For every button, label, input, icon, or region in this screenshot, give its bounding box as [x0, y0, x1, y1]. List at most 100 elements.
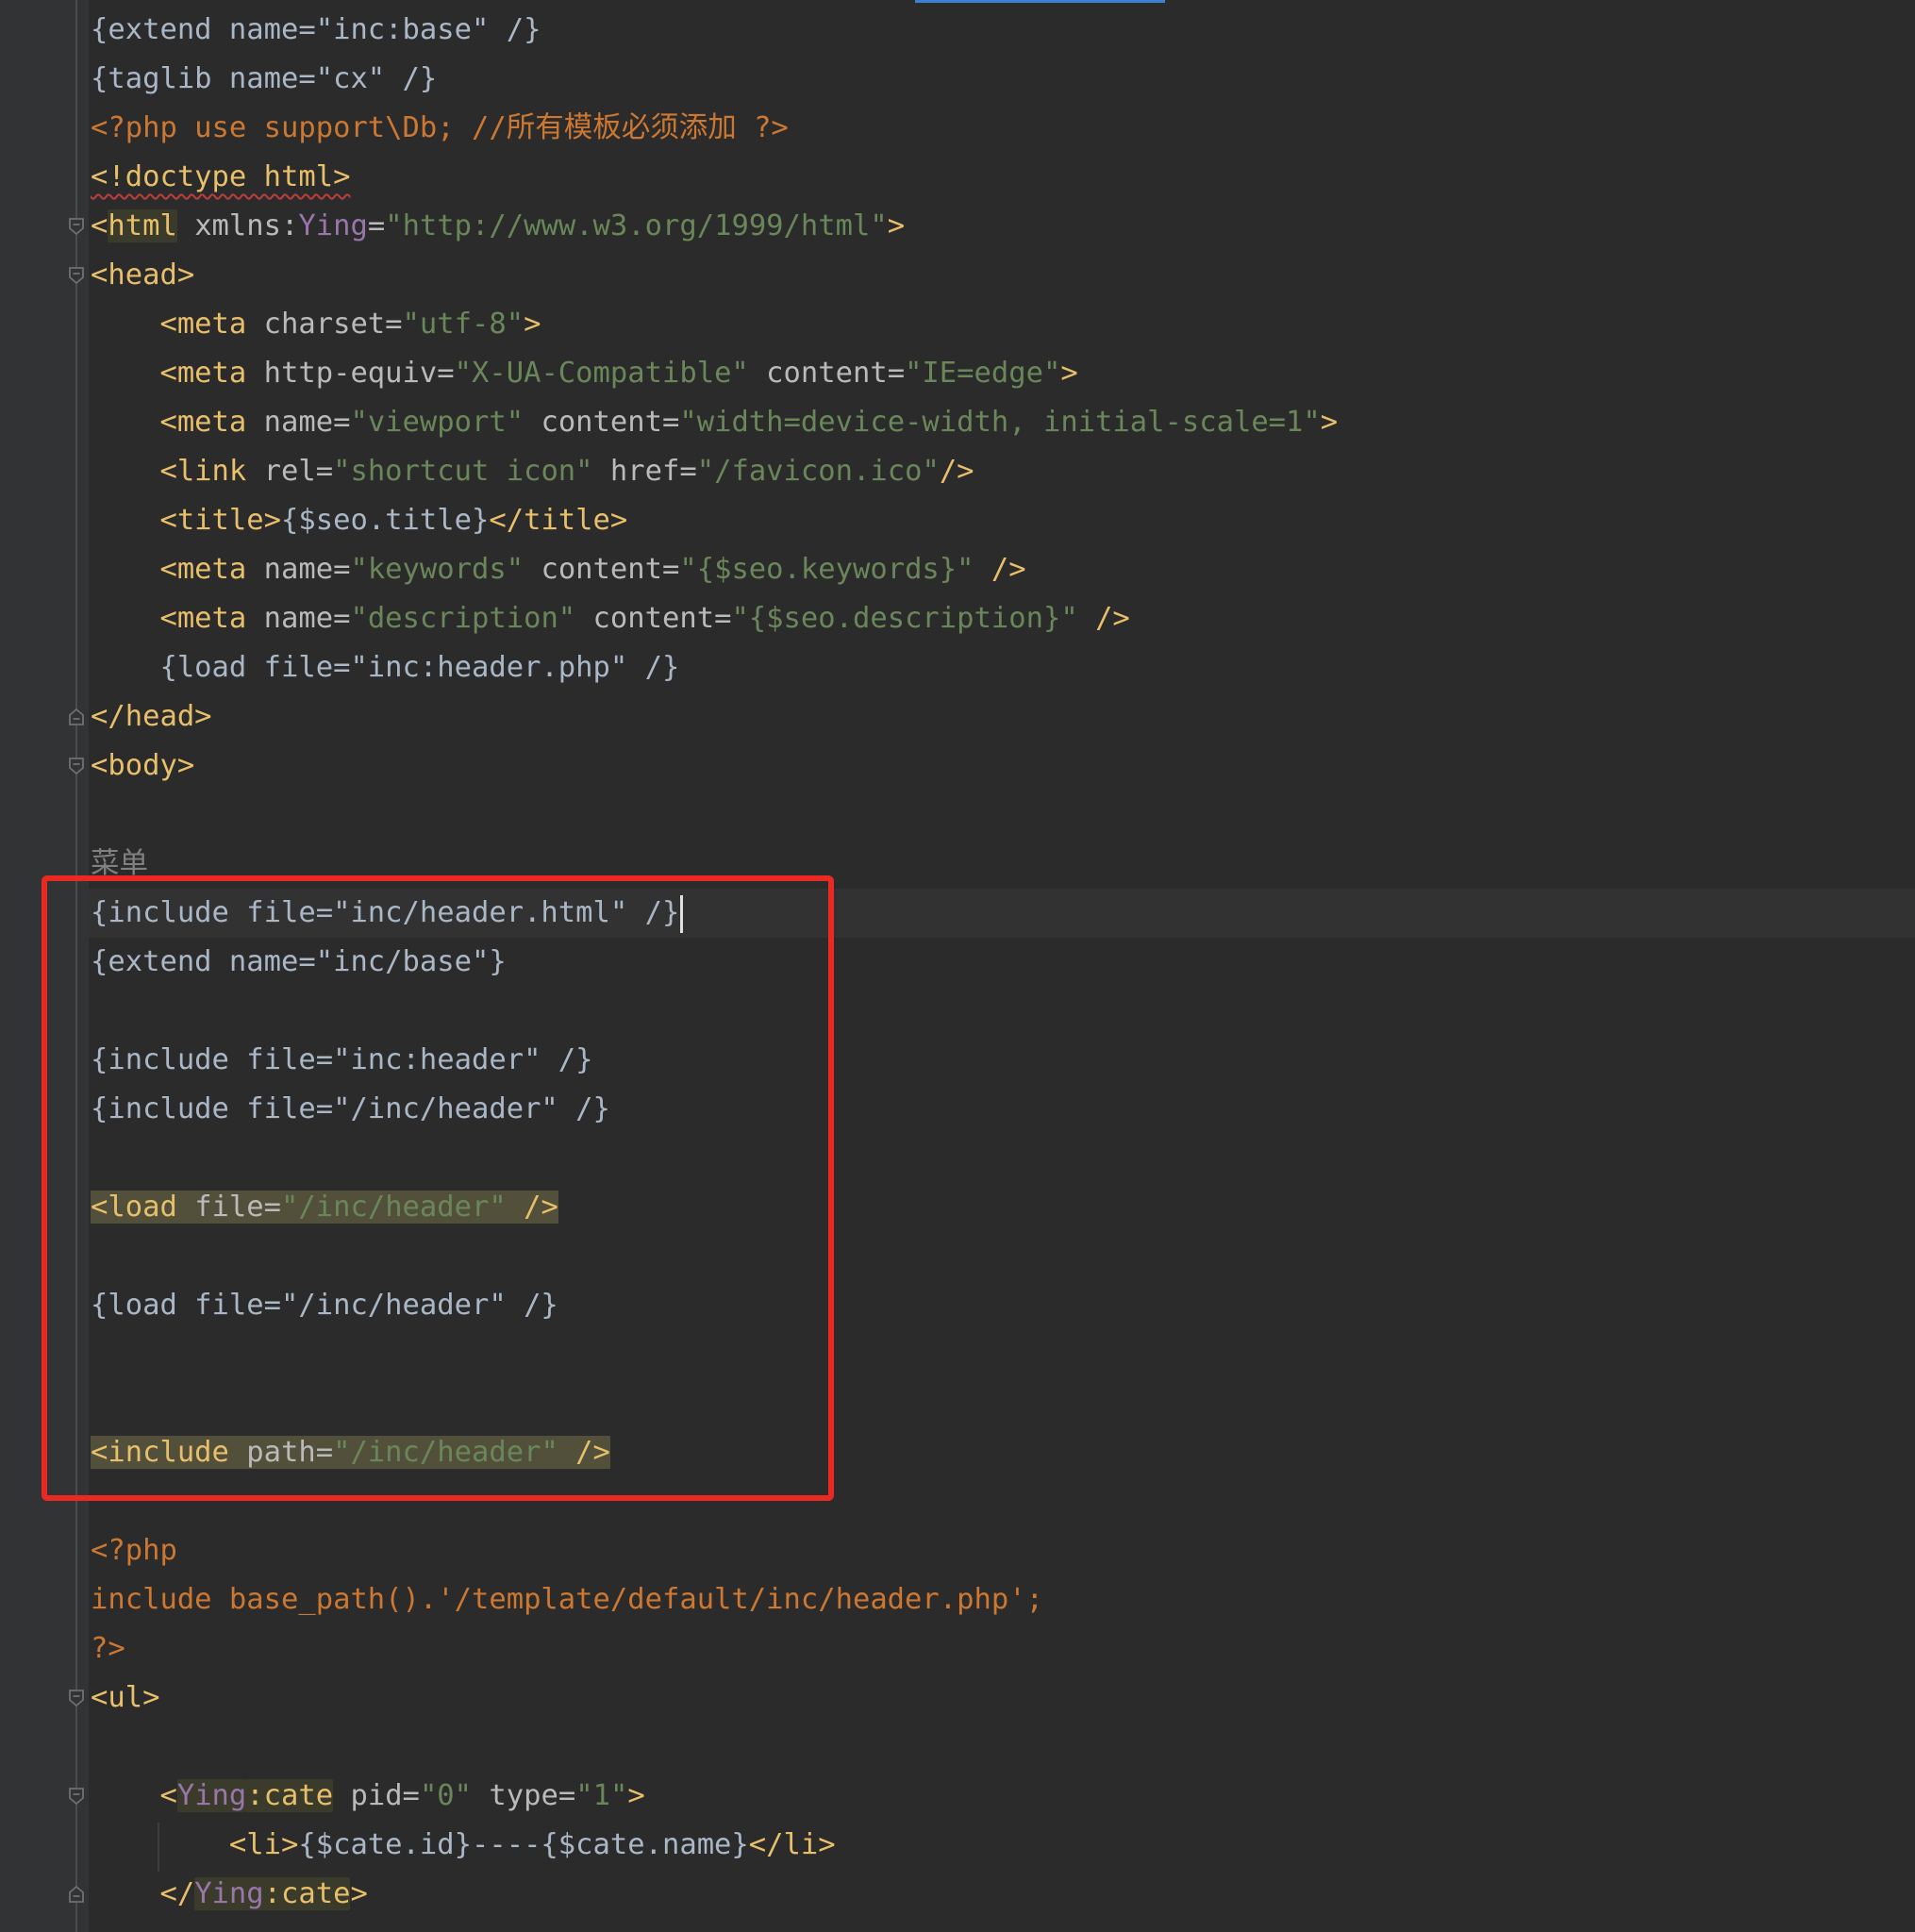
- code-token: "{$seo.keywords}": [679, 553, 974, 586]
- code-token: rel=: [246, 455, 334, 488]
- code-token: >: [627, 1779, 645, 1812]
- code-line[interactable]: <link rel="shortcut icon" href="/favicon…: [91, 447, 974, 496]
- code-line[interactable]: <title>{$seo.title}</title>: [91, 496, 627, 545]
- code-token: "0": [419, 1779, 473, 1812]
- code-line[interactable]: {extend name="inc:base" /}: [91, 6, 541, 55]
- code-token: >: [350, 1877, 368, 1910]
- code-line[interactable]: <html xmlns:Ying="http://www.w3.org/1999…: [91, 202, 905, 251]
- code-line[interactable]: <meta name="keywords" content="{$seo.key…: [91, 545, 1026, 594]
- code-token: Ying: [298, 209, 368, 242]
- code-token: >: [1060, 357, 1078, 390]
- code-token: "X-UA-Compatible": [454, 357, 749, 390]
- active-tab-indicator: [915, 0, 1165, 3]
- code-line[interactable]: <?php: [91, 1526, 177, 1575]
- fold-close-icon[interactable]: [66, 707, 87, 727]
- code-line[interactable]: include base_path().'/template/default/i…: [91, 1575, 1043, 1624]
- code-token: <ul>: [91, 1681, 160, 1714]
- code-token: </: [91, 1877, 195, 1910]
- code-token: name=: [246, 406, 351, 439]
- code-line[interactable]: {taglib name="cx" /}: [91, 55, 437, 104]
- fold-open-icon[interactable]: [66, 216, 87, 237]
- code-token: >: [1320, 406, 1339, 439]
- code-token: href=: [592, 455, 697, 488]
- code-token: "/favicon.ico": [696, 455, 940, 488]
- code-token: "description": [350, 602, 576, 635]
- code-line[interactable]: {load file="inc:header.php" /}: [91, 643, 679, 692]
- code-token: :cate: [246, 1779, 334, 1812]
- code-token: <?php: [91, 1534, 177, 1567]
- code-token: <meta: [91, 553, 247, 586]
- code-token: <link: [91, 455, 247, 488]
- code-token: "1": [575, 1779, 628, 1812]
- code-token: <: [91, 1779, 177, 1812]
- code-line[interactable]: <ul>: [91, 1674, 159, 1723]
- fold-close-icon[interactable]: [66, 1884, 87, 1905]
- code-token: <meta: [91, 602, 247, 635]
- code-token: </li>: [748, 1828, 836, 1861]
- code-line[interactable]: <meta name="description" content="{$seo.…: [91, 594, 1130, 643]
- code-token: {$cate.id}----{$cate.name}: [298, 1828, 749, 1861]
- code-token: <meta: [91, 308, 247, 341]
- code-token: <: [91, 209, 108, 242]
- code-token: <body>: [91, 749, 195, 782]
- code-token: :cate: [263, 1877, 351, 1910]
- code-token: />: [1077, 602, 1130, 635]
- code-token: />: [939, 455, 974, 488]
- code-token: <?php use support\Db; //: [91, 111, 507, 144]
- code-token: >: [887, 209, 906, 242]
- code-token: </title>: [489, 504, 628, 537]
- red-highlight-box: [42, 875, 834, 1501]
- code-token: content=: [524, 553, 680, 586]
- code-token: "width=device-width, initial-scale=1": [679, 406, 1321, 439]
- code-line[interactable]: </Ying:cate>: [91, 1870, 368, 1919]
- code-token: content=: [748, 357, 906, 390]
- code-token: "shortcut icon": [333, 455, 593, 488]
- code-token: />: [974, 553, 1026, 586]
- code-line[interactable]: <meta charset="utf-8">: [91, 300, 541, 349]
- code-token: "utf-8": [402, 308, 525, 341]
- code-line[interactable]: <?php use support\Db; //所有模板必须添加 ?>: [91, 104, 789, 153]
- code-token: "http://www.w3.org/1999/html": [385, 209, 888, 242]
- code-token: ?>: [736, 111, 789, 144]
- code-token: {extend name="inc:base" /}: [91, 13, 541, 46]
- code-token: <head>: [91, 258, 195, 291]
- fold-open-icon[interactable]: [66, 756, 87, 776]
- code-token: charset=: [246, 308, 403, 341]
- code-token: {taglib name="cx" /}: [91, 62, 438, 95]
- code-token: content=: [575, 602, 732, 635]
- code-token: <meta: [91, 357, 247, 390]
- code-line[interactable]: ?>: [91, 1624, 125, 1674]
- code-token: Ying: [176, 1779, 247, 1812]
- code-line[interactable]: <li>{$cate.id}----{$cate.name}</li>: [91, 1821, 836, 1870]
- code-token: name=: [246, 602, 351, 635]
- code-token: <meta: [91, 406, 247, 439]
- code-line[interactable]: <!doctype html>: [91, 153, 350, 202]
- fold-open-icon[interactable]: [66, 265, 87, 286]
- code-token: "viewport": [350, 406, 525, 439]
- fold-open-icon[interactable]: [66, 1786, 87, 1807]
- code-line[interactable]: <head>: [91, 251, 194, 300]
- fold-open-icon[interactable]: [66, 1688, 87, 1708]
- code-line[interactable]: <body>: [91, 741, 194, 791]
- code-token: http-equiv=: [246, 357, 455, 390]
- code-token: name=: [246, 553, 351, 586]
- code-token: ?>: [91, 1632, 125, 1665]
- code-token: include base_path().'/template/default/i…: [91, 1583, 1043, 1616]
- code-token: type=: [472, 1779, 576, 1812]
- code-token: <title>: [91, 504, 281, 537]
- code-token: "{$seo.description}": [731, 602, 1078, 635]
- code-token: </head>: [91, 700, 212, 733]
- code-token: <!doctype html>: [91, 160, 351, 193]
- code-token: "keywords": [350, 553, 525, 586]
- code-token: "IE=edge": [905, 357, 1061, 390]
- code-line[interactable]: <meta http-equiv="X-UA-Compatible" conte…: [91, 349, 1078, 398]
- indent-guide: [158, 1823, 159, 1872]
- code-token: {load file="inc:header.php" /}: [91, 651, 680, 684]
- code-line[interactable]: </head>: [91, 692, 212, 741]
- code-line[interactable]: <meta name="viewport" content="width=dev…: [91, 398, 1338, 447]
- code-token: <li>: [91, 1828, 299, 1861]
- code-token: =: [367, 209, 386, 242]
- code-line[interactable]: <Ying:cate pid="0" type="1">: [91, 1772, 645, 1821]
- code-token: pid=: [333, 1779, 420, 1812]
- code-editor[interactable]: {extend name="inc:base" /} {taglib name="…: [0, 0, 1915, 1932]
